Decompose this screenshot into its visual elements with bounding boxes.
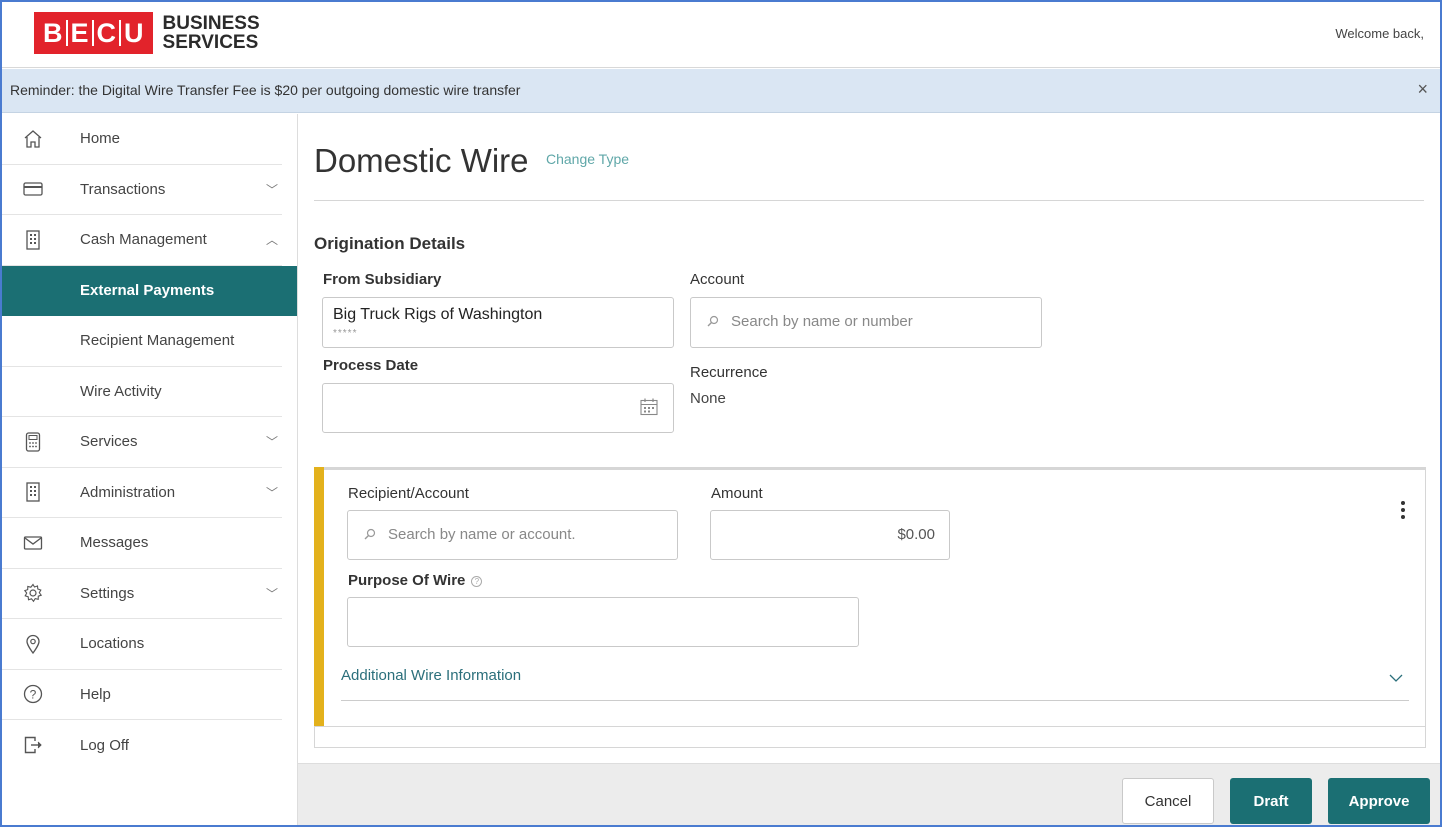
draft-button[interactable]: Draft (1230, 778, 1312, 824)
account-label: Account (690, 271, 745, 288)
svg-text:?: ? (30, 688, 37, 702)
from-subsidiary-label: From Subsidiary (323, 271, 442, 288)
sidebar-item-label: Transactions (80, 180, 166, 198)
sidebar-item-services[interactable]: Services ﹀ (2, 417, 282, 468)
sidebar-item-label: Services (80, 433, 138, 451)
sidebar-item-label: Recipient Management (80, 332, 235, 350)
sidebar-item-log-off[interactable]: Log Off (2, 720, 282, 771)
logout-icon (22, 734, 44, 756)
sidebar-item-wire-activity[interactable]: Wire Activity (2, 367, 282, 417)
close-icon[interactable]: × (1417, 79, 1428, 100)
calendar-icon[interactable] (639, 397, 659, 417)
app-window: B E C U BUSINESS SERVICES Welcome back, … (0, 0, 1442, 827)
recurrence-value: None (690, 390, 726, 407)
map-pin-icon (22, 633, 44, 655)
page-title: Domestic Wire (314, 142, 529, 179)
logo-line-services: SERVICES (162, 32, 259, 53)
home-icon (22, 128, 44, 150)
purpose-of-wire-label: Purpose Of Wire? (348, 572, 483, 589)
sidebar-item-label: Cash Management (80, 231, 207, 249)
divider (341, 700, 1409, 701)
approve-button[interactable]: Approve (1328, 778, 1430, 824)
question-icon: ? (22, 683, 44, 705)
recipient-account-label: Recipient/Account (348, 485, 469, 502)
sidebar-item-administration[interactable]: Administration ﹀ (2, 468, 282, 518)
envelope-icon (22, 532, 44, 554)
sidebar-item-external-payments[interactable]: External Payments (2, 265, 297, 316)
building-icon (22, 229, 44, 251)
sidebar-item-label: Home (80, 130, 121, 148)
sidebar-item-cash-management[interactable]: Cash Management ︿ (2, 215, 282, 266)
top-header: B E C U BUSINESS SERVICES Welcome back, (2, 2, 1440, 68)
card-accent-bar (314, 467, 324, 726)
change-type-link[interactable]: Change Type (546, 151, 629, 167)
sidebar-item-home[interactable]: Home (2, 114, 282, 165)
logo-letter-u: U (124, 17, 144, 48)
welcome-text: Welcome back, (1335, 26, 1424, 41)
amount-label: Amount (711, 485, 763, 502)
action-footer: Cancel Draft Approve (298, 763, 1440, 825)
sidebar-nav: Home Transactions ﹀ Cash Management ︿ Ex… (2, 114, 298, 825)
reminder-text: Reminder: the Digital Wire Transfer Fee … (10, 82, 521, 98)
calculator-icon (22, 431, 44, 453)
sidebar-item-label: Messages (80, 534, 149, 552)
subsidiary-masked-number: ***** (333, 328, 358, 339)
chevron-down-icon: ﹀ (265, 586, 278, 601)
purpose-of-wire-input[interactable] (347, 597, 859, 647)
chevron-up-icon: ︿ (265, 233, 278, 248)
chevron-down-icon: ﹀ (265, 485, 278, 500)
purpose-label-text: Purpose Of Wire (348, 572, 466, 589)
from-subsidiary-select[interactable]: Big Truck Rigs of Washington ***** (322, 297, 674, 348)
sidebar-item-label: Log Off (80, 736, 129, 754)
logo-mark: B E C U (34, 12, 153, 54)
card-icon (22, 178, 44, 200)
main-content: Domestic Wire Change Type Origination De… (298, 114, 1440, 825)
sidebar-item-label: Wire Activity (80, 382, 162, 400)
sidebar-item-label: Locations (80, 635, 145, 653)
chevron-down-icon: ﹀ (265, 182, 278, 197)
becu-logo[interactable]: B E C U BUSINESS SERVICES (34, 12, 260, 54)
divider (314, 200, 1424, 201)
logo-letter-c: C (96, 17, 117, 48)
account-placeholder: Search by name or number (731, 313, 913, 330)
process-date-label: Process Date (323, 357, 419, 374)
amount-input[interactable]: $0.00 (710, 510, 950, 560)
cancel-button[interactable]: Cancel (1122, 778, 1214, 824)
recipient-placeholder: Search by name or account. (388, 526, 576, 543)
search-icon (364, 527, 376, 540)
recurrence-label: Recurrence (690, 364, 768, 381)
divider (315, 726, 1425, 727)
sidebar-item-help[interactable]: ? Help (2, 670, 282, 720)
logo-wordmark: BUSINESS SERVICES (163, 14, 260, 52)
recipient-card: Recipient/Account Search by name or acco… (314, 467, 1426, 748)
amount-value: $0.00 (897, 526, 935, 543)
sidebar-item-label: Help (80, 685, 111, 703)
logo-letter-e: E (70, 17, 89, 48)
recipient-search-input[interactable]: Search by name or account. (347, 510, 678, 560)
sidebar-item-label: Administration (80, 483, 176, 501)
reminder-banner: Reminder: the Digital Wire Transfer Fee … (2, 69, 1440, 113)
sidebar-item-locations[interactable]: Locations (2, 619, 282, 670)
process-date-input[interactable] (322, 383, 674, 433)
help-icon[interactable]: ? (471, 575, 483, 587)
chevron-down-icon[interactable] (1389, 670, 1403, 685)
sidebar-item-recipient-management[interactable]: Recipient Management (2, 316, 282, 367)
sidebar-item-label: External Payments (80, 282, 215, 300)
more-options-icon[interactable] (1395, 498, 1411, 528)
sidebar-item-messages[interactable]: Messages (2, 518, 282, 569)
additional-wire-info-toggle[interactable]: Additional Wire Information (341, 667, 521, 684)
logo-letter-b: B (43, 17, 63, 48)
sidebar-item-label: Settings (80, 584, 135, 602)
section-title-origination: Origination Details (314, 234, 466, 253)
subsidiary-value: Big Truck Rigs of Washington (333, 306, 543, 323)
search-icon (707, 314, 719, 327)
sidebar-item-settings[interactable]: Settings ﹀ (2, 569, 282, 619)
logo-line-business: BUSINESS (162, 13, 260, 34)
account-search-input[interactable]: Search by name or number (690, 297, 1042, 348)
sidebar-item-transactions[interactable]: Transactions ﹀ (2, 165, 282, 215)
chevron-down-icon: ﹀ (265, 435, 278, 450)
building-icon (22, 481, 44, 503)
gear-icon (22, 582, 44, 604)
